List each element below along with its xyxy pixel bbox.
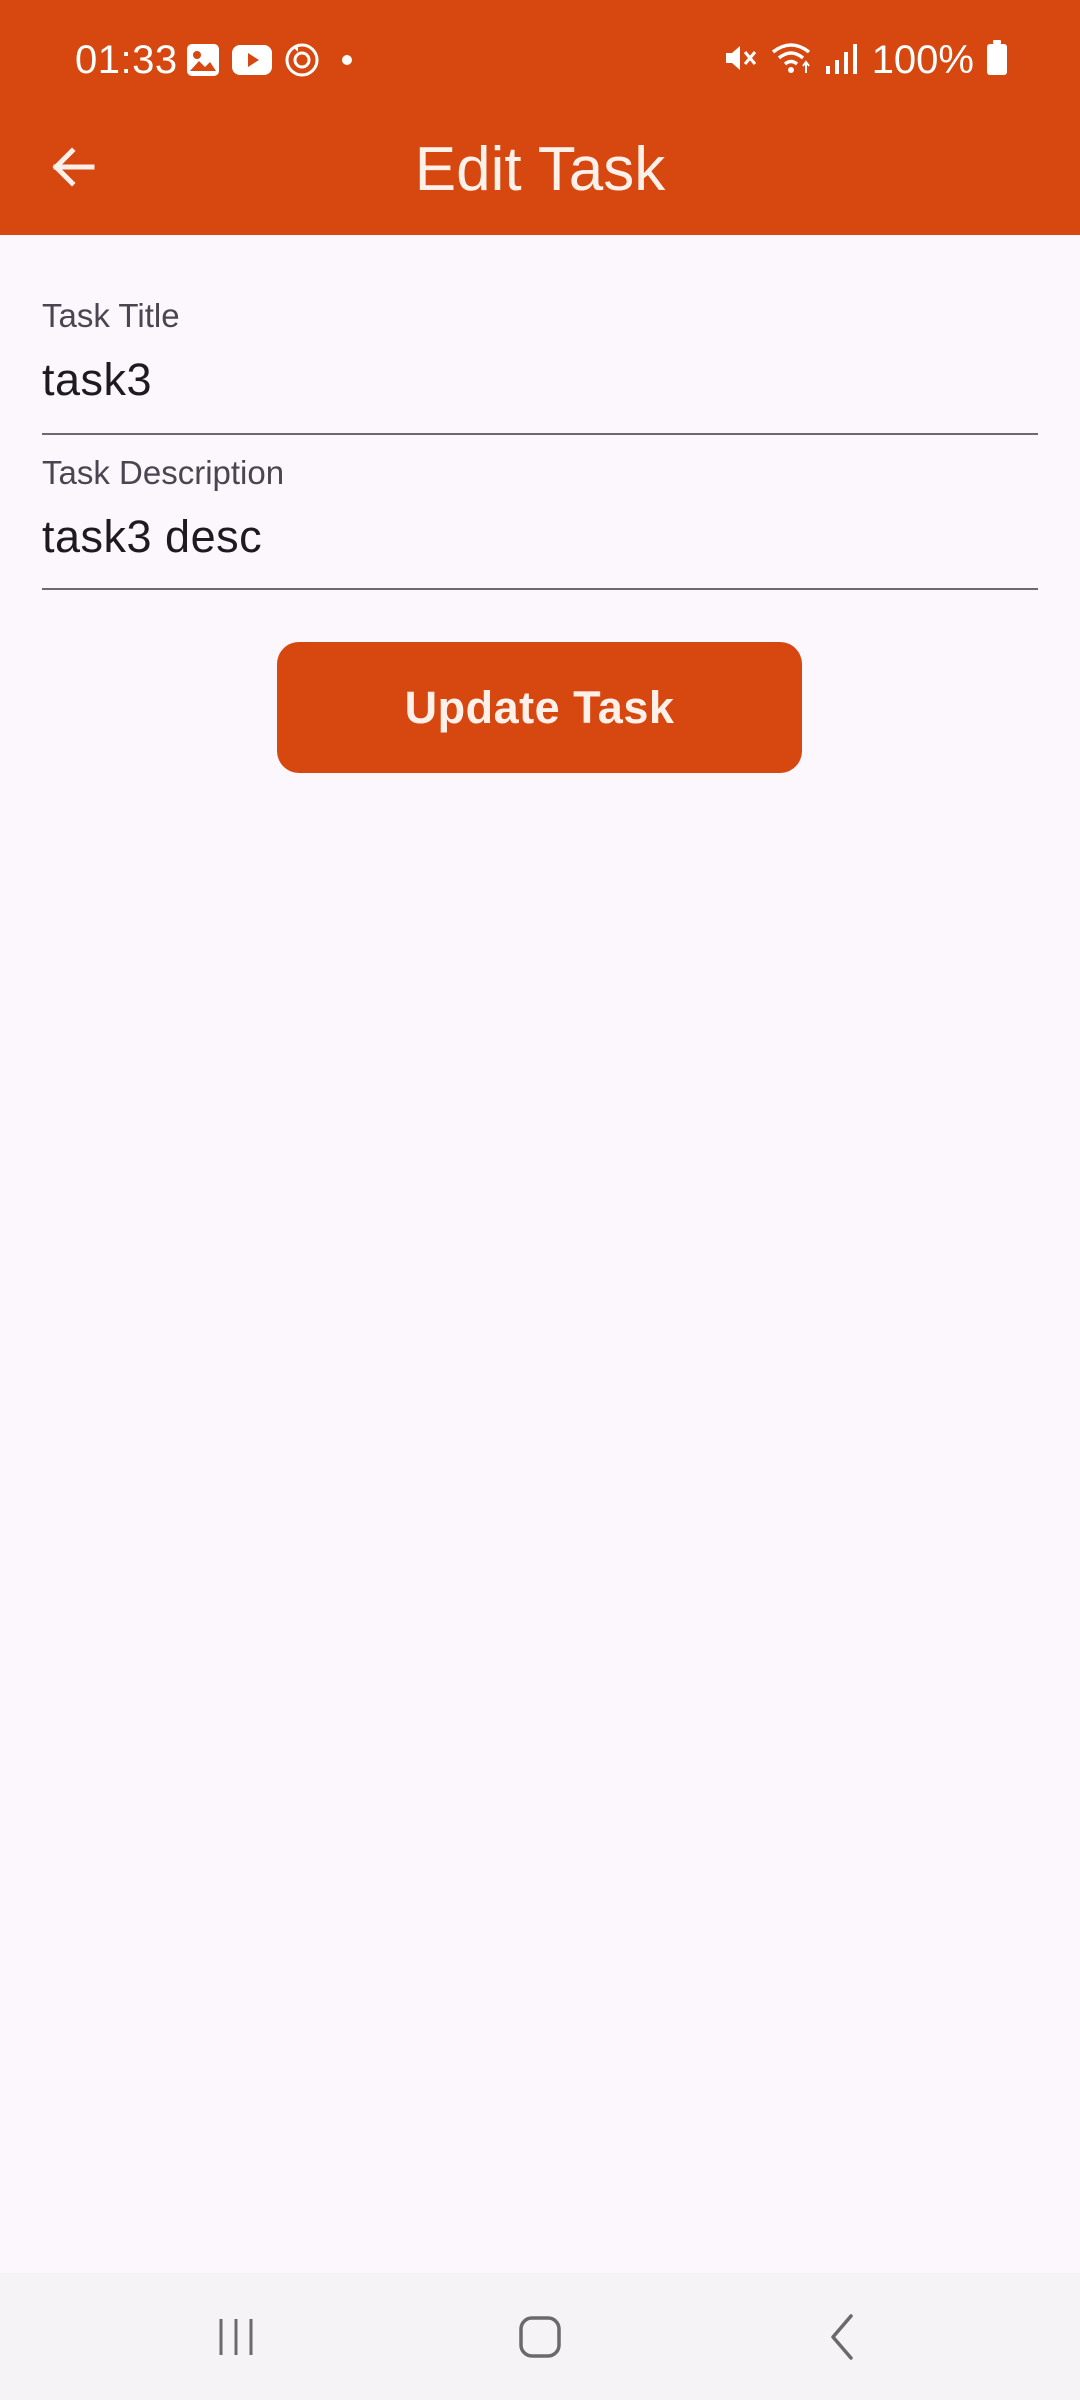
dot-icon (332, 45, 362, 80)
status-time: 01:33 (75, 38, 178, 82)
recents-icon (219, 2318, 253, 2355)
task-title-input[interactable] (42, 350, 1038, 410)
back-icon (831, 2313, 853, 2360)
system-back-button[interactable] (752, 2273, 932, 2400)
mute-icon (722, 40, 758, 81)
app-bar: Edit Task (0, 120, 1080, 235)
update-task-button[interactable]: Update Task (277, 642, 802, 773)
task-title-label: Task Title (42, 297, 180, 334)
page-title: Edit Task (414, 135, 666, 204)
battery-icon (986, 39, 1008, 81)
task-title-field[interactable]: Task Title (42, 290, 1038, 435)
task-description-field[interactable]: Task Description (42, 447, 1038, 590)
home-button[interactable] (450, 2273, 630, 2400)
signal-icon (824, 40, 860, 81)
wifi-icon (770, 40, 812, 81)
gallery-icon (186, 43, 220, 82)
system-status-icons: 100% (722, 36, 1008, 84)
status-bar: 01:33 100% (0, 0, 1080, 120)
home-icon (519, 2315, 561, 2358)
task-description-input[interactable] (42, 507, 1038, 567)
youtube-icon (232, 44, 272, 80)
edit-task-screen: 01:33 100% Edit Task Task Title task3 Ta… (0, 0, 1080, 2400)
notification-icons (186, 42, 362, 82)
task-description-label: Task Description (42, 454, 285, 491)
battery-percentage: 100% (871, 38, 974, 82)
recents-button[interactable] (146, 2273, 326, 2400)
sync-icon (284, 42, 320, 83)
system-navigation-bar (0, 2273, 1080, 2400)
